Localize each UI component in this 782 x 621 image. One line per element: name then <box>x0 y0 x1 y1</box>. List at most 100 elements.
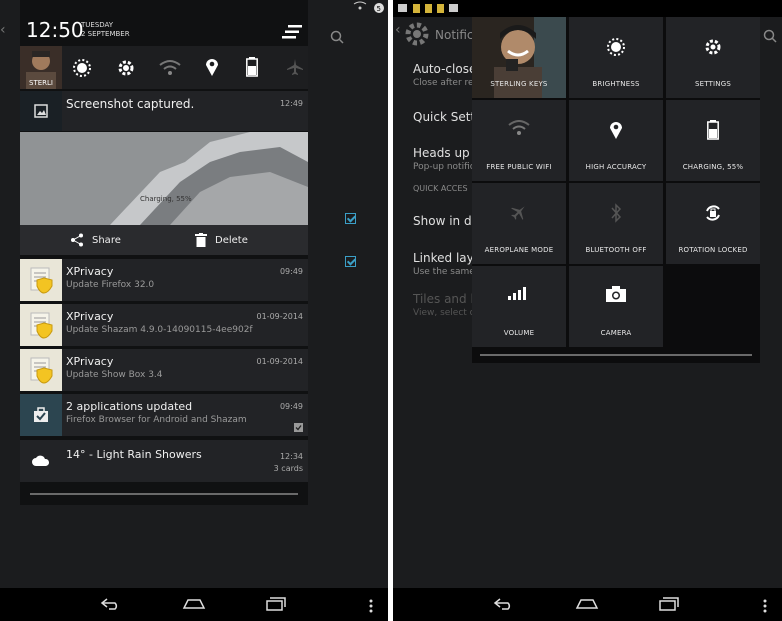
location-icon[interactable] <box>205 57 219 81</box>
bg-row-title: Auto-close <box>413 62 477 76</box>
home-icon[interactable] <box>575 596 599 612</box>
avatar[interactable]: STERLI <box>20 46 62 89</box>
tile-settings[interactable]: SETTINGS <box>666 17 760 98</box>
navigation-bar <box>393 588 782 621</box>
notification-item[interactable]: 2 applications updated Firefox Browser f… <box>20 394 308 436</box>
navigation-bar <box>0 588 388 621</box>
brightness-icon[interactable] <box>72 58 92 82</box>
search-icon[interactable] <box>763 28 777 47</box>
airplane-icon <box>511 206 525 220</box>
notification-subtitle: Firefox Browser for Android and Shazam <box>66 415 247 425</box>
notification-time: 01-09-2014 <box>256 312 304 321</box>
wifi-icon[interactable] <box>158 59 182 81</box>
tile-rotation[interactable]: ROTATION LOCKED <box>666 183 760 264</box>
checkbox[interactable] <box>345 213 356 224</box>
left-screen: ‹ 12:50 TUESDAY 2 SEPTEMBER STERLI Scree… <box>0 0 388 621</box>
notification-time: 01-09-2014 <box>256 357 304 366</box>
notification-item[interactable]: XPrivacy Update Firefox 32.0 09:49 <box>20 259 308 301</box>
camera-icon <box>606 286 626 302</box>
battery-icon[interactable] <box>246 57 258 81</box>
tile-volume[interactable]: VOLUME <box>472 266 566 347</box>
cloud-icon <box>20 440 62 482</box>
preview-caption: Charging, 55% <box>140 195 192 203</box>
right-screen: ‹ Notificati Auto-close Close after re Qu… <box>393 0 782 621</box>
checkbox[interactable] <box>345 256 356 267</box>
tile-label: AEROPLANE MODE <box>484 246 554 254</box>
menu-icon[interactable] <box>369 598 373 617</box>
airplane-icon[interactable] <box>286 58 304 80</box>
search-icon[interactable] <box>330 30 388 48</box>
volume-icon <box>508 287 526 300</box>
notification-time: 09:49 <box>279 402 303 411</box>
notification-subtitle: Update Shazam 4.9.0-14090115-4ee902f <box>66 325 253 335</box>
notification-time: 12:34 <box>279 452 303 461</box>
bg-row-title: Heads up <box>413 146 470 160</box>
xprivacy-icon <box>20 259 62 301</box>
recents-icon[interactable] <box>657 596 681 612</box>
tile-battery[interactable]: CHARGING, 55% <box>666 100 760 181</box>
notification-subtitle: 3 cards <box>273 464 303 473</box>
screenshot-notification[interactable]: Screenshot captured. 12:49 <box>20 91 308 131</box>
date-label: 2 SEPTEMBER <box>81 30 130 38</box>
status-notification-icons <box>398 4 458 13</box>
quick-settings-panel: STERLING KEYS BRIGHTNESS SETTINGS FREE P… <box>472 17 760 363</box>
notification-time: 12:49 <box>279 99 303 108</box>
notification-item[interactable]: XPrivacy Update Shazam 4.9.0-14090115-4e… <box>20 304 308 346</box>
notification-title: 2 applications updated <box>66 400 193 413</box>
shade-header: 12:50 TUESDAY 2 SEPTEMBER <box>20 0 308 46</box>
notification-title: XPrivacy <box>66 265 114 278</box>
delete-button[interactable]: Delete <box>195 233 248 247</box>
tile-brightness[interactable]: BRIGHTNESS <box>569 17 663 98</box>
tile-label: VOLUME <box>503 329 535 337</box>
status-bar <box>393 0 782 17</box>
notification-item[interactable]: XPrivacy Update Show Box 3.4 01-09-2014 <box>20 349 308 391</box>
tile-user[interactable]: STERLING KEYS <box>472 17 566 98</box>
back-chevron-icon[interactable]: ‹ <box>395 22 401 38</box>
back-chevron-icon[interactable]: ‹ <box>0 22 12 42</box>
notification-shade: 12:50 TUESDAY 2 SEPTEMBER STERLI Screens… <box>20 0 308 505</box>
xprivacy-icon <box>20 349 62 391</box>
drag-handle[interactable] <box>480 354 752 356</box>
bg-row-title: QUICK ACCES <box>413 184 468 193</box>
tile-label: BRIGHTNESS <box>592 80 640 88</box>
tile-wifi[interactable]: FREE PUBLIC WIFI <box>472 100 566 181</box>
quick-row: STERLI <box>20 46 308 89</box>
settings-icon[interactable] <box>116 58 136 82</box>
tile-location[interactable]: HIGH ACCURACY <box>569 100 663 181</box>
bg-row-title: Quick Setti <box>413 110 479 124</box>
notification-subtitle: Update Firefox 32.0 <box>66 280 155 290</box>
clear-all-icon[interactable] <box>282 24 302 43</box>
menu-icon[interactable] <box>763 598 767 617</box>
drag-handle[interactable] <box>30 493 298 495</box>
xprivacy-icon <box>20 304 62 346</box>
share-button[interactable]: Share <box>70 233 121 247</box>
avatar-label: STERLI <box>29 79 53 87</box>
svg-text:5: 5 <box>377 5 381 13</box>
tile-label: HIGH ACCURACY <box>585 163 647 171</box>
check-box-icon <box>294 417 303 436</box>
share-icon <box>71 233 83 247</box>
tile-label: STERLING KEYS <box>490 80 548 88</box>
tile-label: SETTINGS <box>694 80 732 88</box>
notification-item[interactable]: 14° - Light Rain Showers 12:34 3 cards <box>20 440 308 482</box>
tile-label: CHARGING, 55% <box>682 163 744 171</box>
screenshot-actions: Share Delete <box>20 225 308 255</box>
tile-label: BLUETOOTH OFF <box>585 246 647 254</box>
share-label: Share <box>92 234 121 246</box>
tile-camera[interactable]: CAMERA <box>569 266 663 347</box>
apps-updated-icon <box>20 394 62 436</box>
recents-icon[interactable] <box>264 596 288 612</box>
notification-title: XPrivacy <box>66 355 114 368</box>
home-icon[interactable] <box>182 596 206 612</box>
clock: 12:50 <box>26 18 84 42</box>
notification-title: XPrivacy <box>66 310 114 323</box>
tile-label: ROTATION LOCKED <box>678 246 748 254</box>
screenshot-preview: Charging, 55% <box>20 132 308 225</box>
brightness-icon <box>607 38 625 56</box>
tile-bluetooth[interactable]: BLUETOOTH OFF <box>569 183 663 264</box>
tile-aeroplane[interactable]: AEROPLANE MODE <box>472 183 566 264</box>
notification-time: 09:49 <box>279 267 303 276</box>
back-icon[interactable] <box>99 596 123 612</box>
image-icon <box>20 91 62 131</box>
back-icon[interactable] <box>492 596 516 612</box>
